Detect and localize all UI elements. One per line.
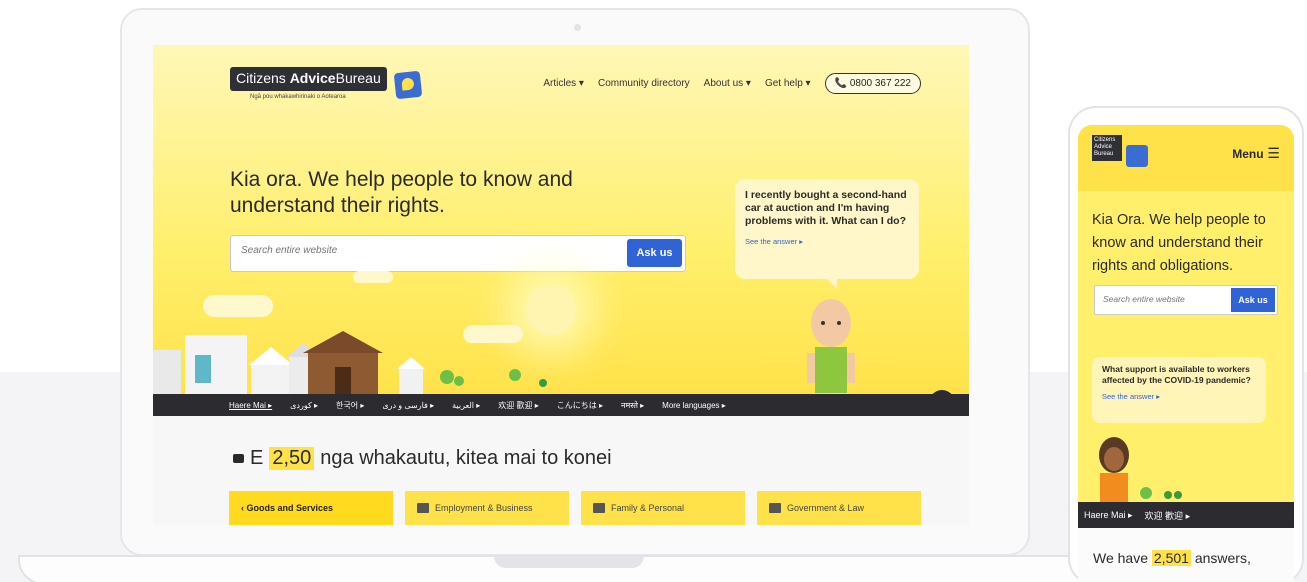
logo-tagline: Ngā pou whakawhirinaki o Aotearoa xyxy=(250,94,346,100)
answers-count: 2,501 xyxy=(1151,550,1191,566)
answers-prefix: We have xyxy=(1093,550,1148,566)
lang-link[interactable]: Haere Mai xyxy=(229,401,272,410)
plants-illustration xyxy=(1140,487,1182,499)
main-nav: Articles Community directory About us Ge… xyxy=(543,73,921,94)
speech-bubble: I recently bought a second-hand car at a… xyxy=(735,179,919,289)
briefcase-icon xyxy=(417,503,429,513)
logo-bird-icon xyxy=(1126,145,1148,167)
desktop-screen: Citizens AdviceBureau Ngā pou whakawhiri… xyxy=(153,45,969,525)
hero-section: Citizens AdviceBureau Ngā pou whakawhiri… xyxy=(153,45,969,395)
mobile-answers-heading: We have 2,501 answers, xyxy=(1093,550,1251,566)
mobile-search-box: Ask us xyxy=(1094,285,1278,315)
logo-bird-icon xyxy=(393,70,423,100)
phone-button[interactable]: 📞 0800 367 222 xyxy=(824,73,921,94)
mobile-see-answer-link[interactable]: See the answer ▸ xyxy=(1102,392,1160,401)
mobile-speech-bubble: What support is available to workers aff… xyxy=(1092,357,1266,423)
language-bar-cap xyxy=(929,390,955,416)
hero-title: Kia ora. We help people to know and unde… xyxy=(230,168,573,217)
chat-icon xyxy=(233,454,244,463)
lang-link[interactable]: کوردی xyxy=(290,401,318,410)
cloud-illustration xyxy=(203,295,273,317)
mobile-hero-title: Kia Ora. We help people to know and unde… xyxy=(1092,212,1266,274)
ask-us-button[interactable]: Ask us xyxy=(627,239,682,267)
nav-articles[interactable]: Articles xyxy=(543,78,584,89)
logo-text-tail: Bureau xyxy=(335,70,381,86)
lang-link[interactable]: فارسی و دری xyxy=(382,401,434,410)
lang-link[interactable]: 欢迎 歡迎 xyxy=(1145,509,1191,522)
mobile-bubble-question: What support is available to workers aff… xyxy=(1102,364,1251,385)
nav-get-help[interactable]: Get help xyxy=(765,78,811,89)
cloud-illustration xyxy=(353,271,393,283)
language-bar: Haere Mai کوردی 한국어 فارسی و دری العربية … xyxy=(153,394,969,416)
site-logo[interactable]: Citizens AdviceBureau xyxy=(230,67,387,91)
logo-text-normal: Citizens xyxy=(236,70,286,86)
answers-suffix: answers, xyxy=(1194,550,1251,566)
see-answer-link[interactable]: See the answer ▸ xyxy=(745,237,909,246)
lang-link-more[interactable]: More languages xyxy=(662,401,726,410)
family-icon xyxy=(593,503,605,513)
tab-label: Employment & Business xyxy=(435,503,533,513)
tab-goods-and-services[interactable]: ‹ Goods and Services xyxy=(229,491,393,525)
government-icon xyxy=(769,503,781,513)
mockup-stage: Citizens AdviceBureau Ngā pou whakawhiri… xyxy=(0,0,1307,582)
mobile-logo[interactable]: Citizens Advice Bureau xyxy=(1092,135,1122,161)
tab-label: Family & Personal xyxy=(611,503,685,513)
logo-text-bold: Advice xyxy=(289,70,336,86)
search-input[interactable] xyxy=(241,245,621,256)
lang-link[interactable]: العربية xyxy=(452,401,480,410)
mobile-ask-us-button[interactable]: Ask us xyxy=(1231,288,1275,312)
lang-link[interactable]: 한국어 xyxy=(336,400,364,411)
tab-family-personal[interactable]: Family & Personal xyxy=(581,491,745,525)
woman-character-illustration xyxy=(1099,437,1129,503)
lang-link[interactable]: こんにちは xyxy=(557,400,603,411)
menu-button[interactable]: Menu xyxy=(1232,145,1280,162)
answers-heading: E 2,50 nga whakautu, kitea mai to konei xyxy=(233,447,612,470)
tab-government-law[interactable]: Government & Law xyxy=(757,491,921,525)
mobile-search-input[interactable] xyxy=(1103,294,1223,304)
answers-suffix: nga whakautu, kitea mai to konei xyxy=(320,447,612,469)
category-tabs: ‹ Goods and Services Employment & Busine… xyxy=(229,491,921,525)
lang-link[interactable]: Haere Mai xyxy=(1084,510,1133,521)
mobile-language-bar: Haere Mai 欢迎 歡迎 xyxy=(1078,502,1294,528)
answers-prefix: E xyxy=(250,447,264,469)
lang-link[interactable]: नमस्ते xyxy=(621,400,644,411)
laptop-notch xyxy=(494,556,644,568)
nav-community-directory[interactable]: Community directory xyxy=(598,78,690,89)
answers-count: 2,50 xyxy=(269,447,315,470)
tab-employment-business[interactable]: Employment & Business xyxy=(405,491,569,525)
laptop-camera xyxy=(574,24,581,31)
search-box: Ask us xyxy=(230,235,686,272)
tab-label: Government & Law xyxy=(787,503,865,513)
tab-label: ‹ Goods and Services xyxy=(241,503,334,513)
lang-link[interactable]: 欢迎 歡迎 xyxy=(498,400,538,411)
bubble-question: I recently bought a second-hand car at a… xyxy=(745,189,907,227)
nav-about-us[interactable]: About us xyxy=(704,78,751,89)
mobile-screen: Citizens Advice Bureau Menu Kia Ora. We … xyxy=(1078,125,1294,582)
man-character-illustration xyxy=(807,299,855,393)
